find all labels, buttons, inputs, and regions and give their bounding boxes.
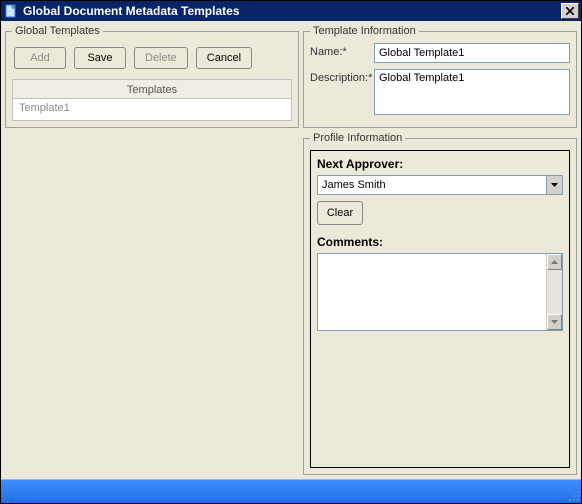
list-item[interactable]: Template1: [13, 99, 291, 117]
delete-button[interactable]: Delete: [134, 47, 188, 69]
template-info-group: Template Information Name:* Description:…: [303, 25, 577, 128]
global-templates-group: Global Templates Add Save Delete Cancel …: [5, 25, 299, 128]
chevron-down-icon: [546, 176, 562, 194]
add-button[interactable]: Add: [14, 47, 66, 69]
close-button[interactable]: [561, 3, 579, 19]
profile-info-legend: Profile Information: [310, 132, 405, 144]
name-label: Name:*: [310, 43, 374, 58]
clear-button[interactable]: Clear: [317, 201, 363, 225]
cancel-button[interactable]: Cancel: [196, 47, 252, 69]
comments-scrollbar[interactable]: [546, 254, 562, 330]
window-title: Global Document Metadata Templates: [23, 4, 561, 18]
next-approver-value: James Smith: [322, 179, 546, 191]
scroll-up-icon[interactable]: [547, 254, 562, 270]
templates-list[interactable]: Template1: [12, 99, 292, 121]
document-icon: [3, 3, 19, 19]
resize-grip-icon[interactable]: [565, 487, 579, 501]
template-toolbar: Add Save Delete Cancel: [12, 43, 292, 79]
comments-label: Comments:: [317, 235, 563, 249]
right-column: Template Information Name:* Description:…: [303, 25, 577, 475]
scroll-down-icon[interactable]: [547, 314, 562, 330]
left-spacer: [5, 128, 299, 475]
window: Global Document Metadata Templates Globa…: [0, 0, 582, 504]
name-field[interactable]: [374, 43, 570, 63]
next-approver-select[interactable]: James Smith: [317, 175, 563, 195]
comments-field[interactable]: |: [318, 254, 546, 330]
profile-inner: Next Approver: James Smith Clear Comment…: [310, 150, 570, 468]
comments-container: |: [317, 253, 563, 331]
statusbar: [1, 479, 581, 503]
description-field[interactable]: [374, 69, 570, 115]
titlebar: Global Document Metadata Templates: [1, 1, 581, 21]
next-approver-label: Next Approver:: [317, 157, 563, 171]
content-area: Global Templates Add Save Delete Cancel …: [1, 21, 581, 479]
description-label: Description:*: [310, 69, 374, 84]
profile-info-group: Profile Information Next Approver: James…: [303, 132, 577, 475]
save-button[interactable]: Save: [74, 47, 126, 69]
templates-list-header: Templates: [12, 79, 292, 99]
template-info-legend: Template Information: [310, 25, 419, 37]
left-column: Global Templates Add Save Delete Cancel …: [5, 25, 299, 475]
global-templates-legend: Global Templates: [12, 25, 103, 37]
